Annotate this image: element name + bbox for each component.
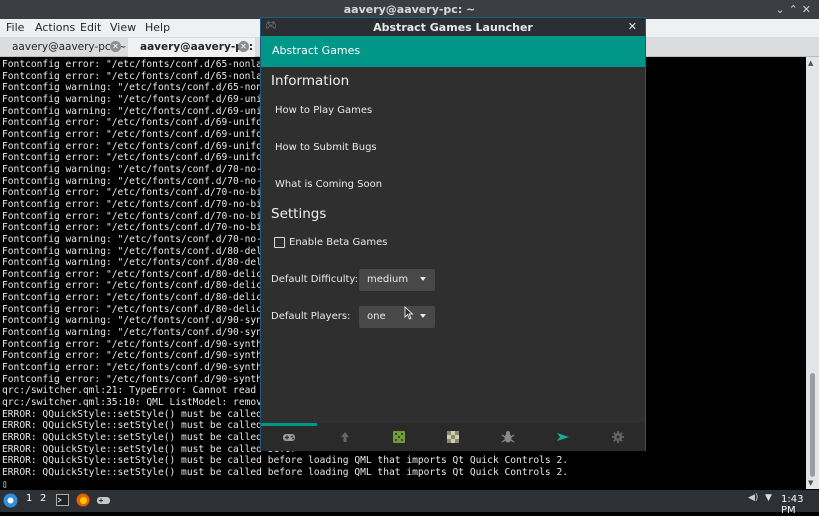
minimize-icon[interactable]: ⌄ — [775, 3, 788, 16]
bug-icon[interactable] — [501, 430, 515, 444]
workspace-2[interactable]: 2 — [40, 493, 46, 504]
scroll-down-icon[interactable]: ▼ — [808, 479, 813, 487]
link-submit-bugs[interactable]: How to Submit Bugs — [275, 142, 377, 153]
maximize-icon[interactable]: ⌃ — [789, 3, 802, 16]
beta-games-label: Enable Beta Games — [289, 237, 388, 248]
up-arrow-icon[interactable] — [338, 430, 352, 444]
terminal-title: aavery@aavery-pc: ~ — [343, 3, 476, 16]
link-how-to-play[interactable]: How to Play Games — [275, 105, 372, 116]
menu-file[interactable]: File — [6, 21, 24, 34]
mouse-cursor — [404, 306, 414, 320]
network-icon[interactable]: ▼ — [765, 493, 772, 503]
launcher-bottom-nav — [261, 423, 645, 451]
players-dropdown[interactable]: one — [359, 306, 435, 328]
information-heading: Information — [271, 73, 350, 89]
taskbar: 1 2 ◀︎) ▼ 1:43 PM — [0, 490, 819, 516]
workspace-1[interactable]: 1 — [26, 493, 32, 504]
checkerboard-icon[interactable] — [446, 430, 460, 444]
difficulty-dropdown[interactable]: medium — [359, 269, 435, 291]
difficulty-label: Default Difficulty: — [271, 274, 358, 285]
chevron-down-icon — [420, 314, 426, 318]
terminal-icon[interactable] — [56, 494, 69, 506]
menu-actions[interactable]: Actions — [35, 21, 75, 34]
players-label: Default Players: — [271, 311, 351, 322]
menu-help[interactable]: Help — [145, 21, 170, 34]
launcher-header: Abstract Games — [261, 36, 645, 67]
tab-terminal-2[interactable]: aavery@aavery-pc: ~ ✕ — [128, 38, 255, 65]
menu-edit[interactable]: Edit — [80, 21, 101, 34]
gear-icon[interactable] — [611, 430, 625, 444]
terminal-scrollbar[interactable]: ▲ ▼ — [806, 57, 819, 489]
settings-heading: Settings — [271, 206, 327, 222]
close-icon[interactable]: ✕ — [628, 20, 637, 33]
link-coming-soon[interactable]: What is Coming Soon — [275, 179, 382, 190]
clock[interactable]: 1:43 PM — [781, 494, 819, 516]
scroll-up-icon[interactable]: ▲ — [808, 59, 813, 67]
chevron-down-icon — [420, 277, 426, 281]
firefox-icon[interactable] — [76, 493, 90, 507]
close-icon[interactable]: ✕ — [802, 3, 815, 16]
tab-close-icon[interactable]: ✕ — [238, 41, 249, 52]
launcher-window: 🎮︎ Abstract Games Launcher ✕ Abstract Ga… — [260, 17, 646, 451]
header-title: Abstract Games — [272, 44, 361, 57]
launcher-titlebar[interactable]: 🎮︎ Abstract Games Launcher ✕ — [261, 18, 645, 36]
selected-tab-indicator — [261, 423, 317, 426]
gamepad-icon[interactable] — [282, 430, 296, 444]
menu-view[interactable]: View — [110, 21, 136, 34]
volume-icon[interactable]: ◀︎) — [748, 493, 758, 503]
scrollbar-thumb[interactable] — [810, 373, 815, 477]
window-controls[interactable]: ⌄⌃✕ — [775, 3, 815, 16]
send-icon[interactable] — [556, 430, 570, 444]
tab-close-icon[interactable]: ✕ — [110, 41, 121, 52]
difficulty-value: medium — [367, 274, 409, 285]
dice-icon[interactable] — [392, 430, 406, 444]
gamepad-icon[interactable] — [97, 494, 110, 506]
app-launcher-icon[interactable] — [3, 493, 18, 508]
tab-terminal-1[interactable]: aavery@aavery-pc: ~ ✕ — [0, 38, 127, 57]
beta-games-checkbox[interactable] — [274, 237, 285, 248]
players-value: one — [367, 311, 386, 322]
launcher-title: Abstract Games Launcher — [373, 21, 533, 34]
